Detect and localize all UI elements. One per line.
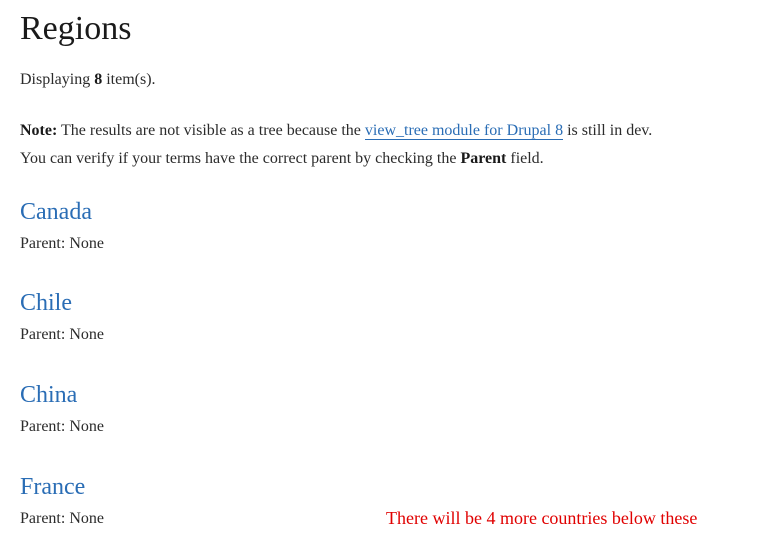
region-link-canada[interactable]: Canada: [20, 198, 104, 226]
region-link-chile[interactable]: Chile: [20, 289, 104, 317]
region-parent-chile: Parent: None: [20, 326, 104, 343]
note-line-1: Note: The results are not visible as a t…: [20, 117, 750, 145]
region-parent-canada: Parent: None: [20, 235, 104, 252]
region-link-china[interactable]: China: [20, 381, 104, 409]
result-count: Displaying 8 item(s).: [20, 70, 156, 90]
note-label: Note:: [20, 122, 58, 139]
region-item-france: France Parent: None: [20, 473, 104, 529]
region-parent-china: Parent: None: [20, 418, 104, 435]
note-text-before-link: The results are not visible as a tree be…: [57, 122, 365, 139]
result-count-prefix: Displaying: [20, 71, 95, 88]
region-item-chile: Chile Parent: None: [20, 289, 104, 345]
region-link-france[interactable]: France: [20, 473, 104, 501]
note-text-after-link: is still in dev.: [563, 122, 653, 139]
red-annotation-text: There will be 4 more countries below the…: [386, 508, 698, 528]
region-item-canada: Canada Parent: None: [20, 198, 104, 254]
result-count-suffix: item(s).: [102, 71, 156, 88]
page-title: Regions: [20, 10, 132, 47]
note-block: Note: The results are not visible as a t…: [20, 117, 750, 173]
region-item-china: China Parent: None: [20, 381, 104, 437]
note-line2-after: field.: [506, 150, 544, 167]
note-line-2: You can verify if your terms have the co…: [20, 145, 750, 173]
note-parent-field-label: Parent: [460, 150, 507, 167]
note-line2-before: You can verify if your terms have the co…: [20, 150, 461, 167]
view-tree-module-link[interactable]: view_tree module for Drupal 8: [364, 122, 564, 140]
region-parent-france: Parent: None: [20, 510, 104, 527]
